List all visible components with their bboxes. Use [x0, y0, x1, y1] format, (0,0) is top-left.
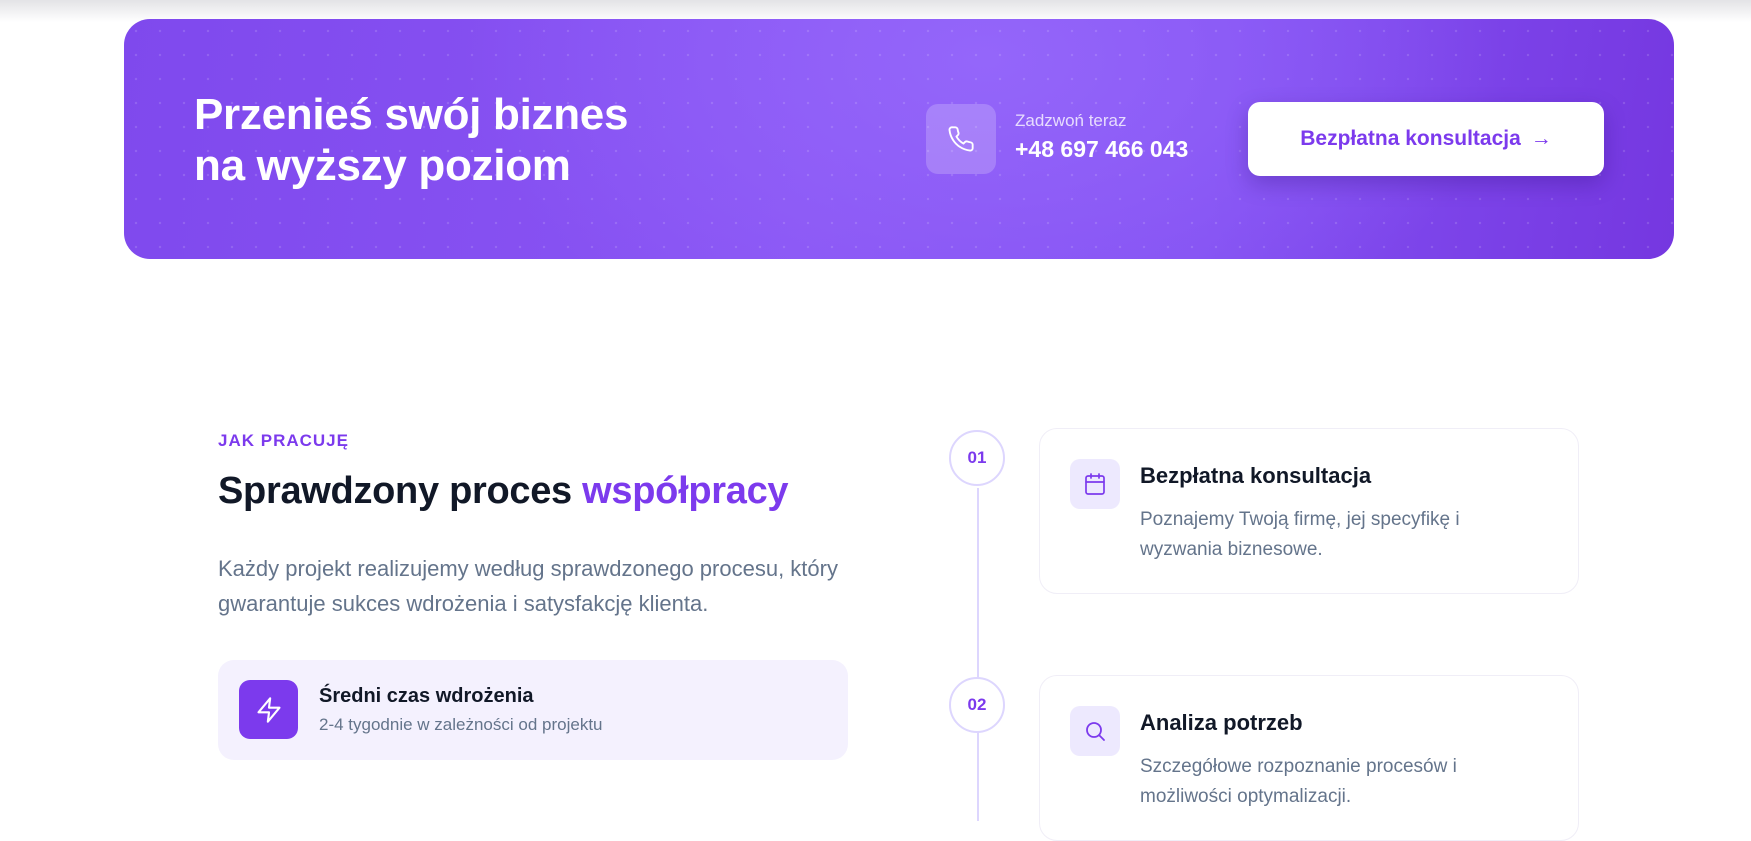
section-eyebrow: JAK PRACUJĘ	[218, 431, 349, 450]
step-title: Bezpłatna konsultacja	[1140, 463, 1372, 488]
step-card-consultation: Bezpłatna konsultacja Poznajemy Twoją fi…	[1039, 428, 1579, 594]
section-heading: Sprawdzony proces współpracy	[218, 470, 789, 513]
stat-subtitle: 2-4 tygodnie w zależności od projektu	[319, 715, 603, 734]
heading-accent: współpracy	[582, 470, 789, 512]
timeline-line	[977, 488, 979, 821]
lightning-icon	[239, 680, 298, 739]
step-description: Szczegółowe rozpoznanie procesów i możli…	[1140, 756, 1457, 807]
search-icon	[1070, 706, 1120, 756]
cta-banner: Przenieś swój biznes na wyższy poziom Za…	[124, 19, 1674, 259]
calendar-icon	[1070, 459, 1120, 509]
cta-title-line-1: Przenieś swój biznes	[194, 90, 629, 139]
step-title: Analiza potrzeb	[1140, 710, 1303, 735]
free-consultation-button[interactable]: Bezpłatna konsultacja →	[1248, 102, 1604, 176]
step-card-needs-analysis: Analiza potrzeb Szczegółowe rozpoznanie …	[1039, 675, 1579, 841]
stat-title: Średni czas wdrożenia	[319, 685, 534, 707]
cta-title: Przenieś swój biznes na wyższy poziom	[194, 89, 628, 191]
free-consultation-label: Bezpłatna konsultacja	[1300, 127, 1521, 150]
implementation-time-card: Średni czas wdrożenia 2-4 tygodnie w zal…	[218, 660, 848, 760]
heading-plain: Sprawdzony proces	[218, 470, 572, 512]
phone-icon[interactable]	[926, 104, 996, 174]
step-number-badge: 01	[949, 430, 1005, 486]
phone-number-link[interactable]: +48 697 466 043	[1015, 136, 1188, 163]
cta-title-line-2: na wyższy poziom	[194, 141, 571, 190]
arrow-right-icon: →	[1530, 127, 1552, 150]
step-number-badge: 02	[949, 677, 1005, 733]
section-lead: Każdy projekt realizujemy według sprawdz…	[218, 556, 838, 616]
phone-caption: Zadzwoń teraz	[1015, 111, 1127, 130]
step-description: Poznajemy Twoją firmę, jej specyfikę i w…	[1140, 509, 1460, 560]
